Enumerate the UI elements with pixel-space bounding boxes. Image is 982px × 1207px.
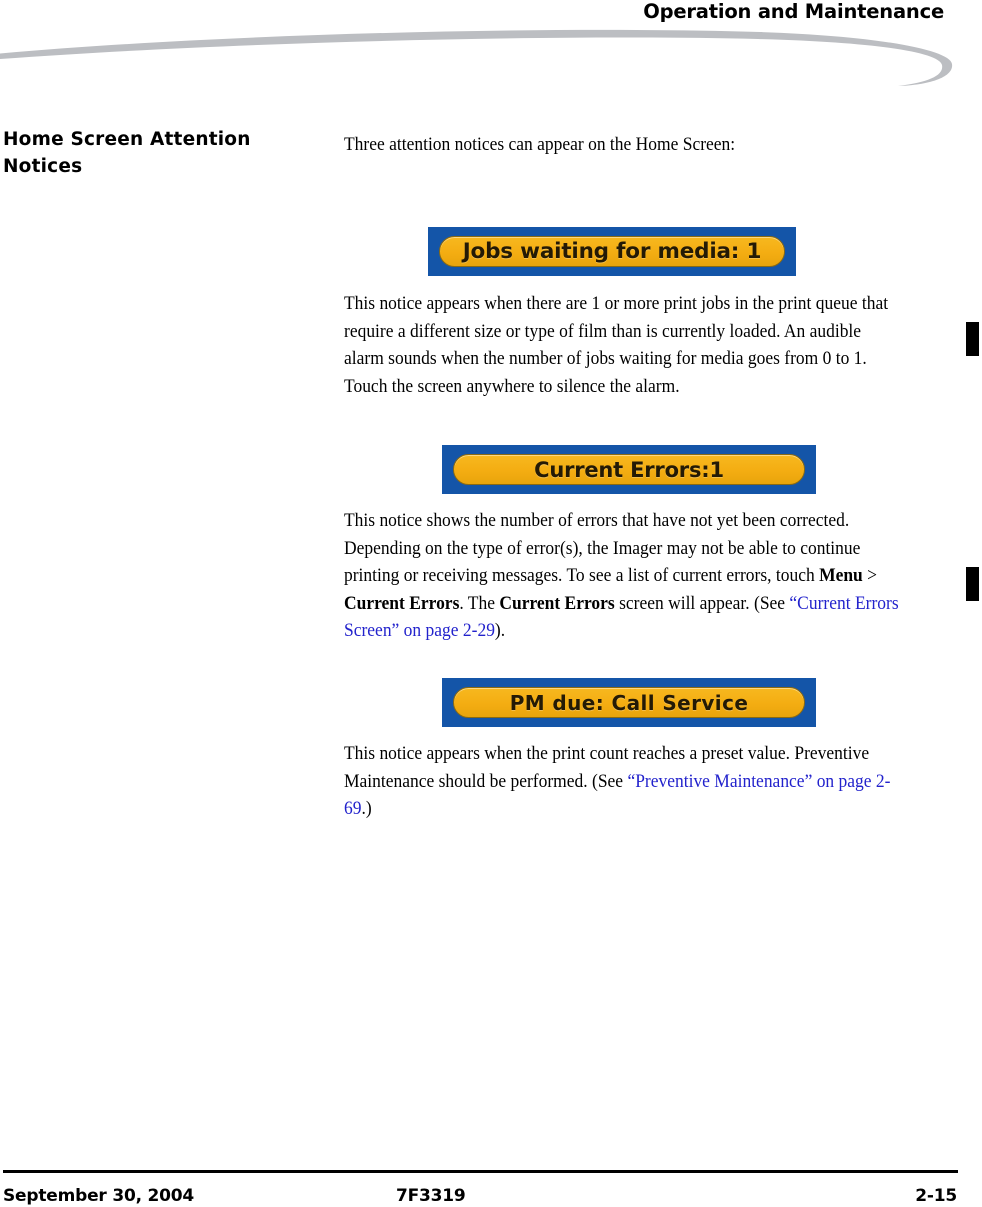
- errors-text-part2: >: [862, 565, 878, 587]
- notice-pill: Jobs waiting for media: 1: [439, 236, 785, 267]
- notice-label: PM due: Call Service: [509, 690, 749, 715]
- errors-text-part3: . The: [459, 592, 500, 614]
- errors-text-part4: screen will appear. (See: [614, 592, 790, 614]
- page-footer: September 30, 2004 7F3319 2-15: [0, 1156, 982, 1207]
- footer-document-number: 7F3319: [396, 1186, 466, 1206]
- footer-date: September 30, 2004: [3, 1186, 195, 1206]
- page-content: Home Screen Attention Notices Three atte…: [0, 0, 982, 1207]
- section-heading: Home Screen Attention Notices: [3, 129, 251, 177]
- change-bar: [966, 322, 979, 356]
- notice-label: Jobs waiting for media: 1: [462, 239, 762, 264]
- pm-notice-paragraph: This notice appears when the print count…: [344, 740, 904, 823]
- errors-text-part5: ).: [494, 620, 506, 642]
- errors-text-part1: This notice shows the number of errors t…: [344, 510, 861, 587]
- notice-pm-due-call-service: PM due: Call Service: [442, 678, 816, 727]
- jobs-notice-paragraph: This notice appears when there are 1 or …: [344, 293, 889, 397]
- intro-paragraph: Three attention notices can appear on th…: [344, 134, 736, 155]
- notice-pill: Current Errors:1: [453, 454, 805, 485]
- footer-page-number: 2-15: [915, 1186, 957, 1206]
- pm-text-part2: .): [361, 798, 372, 820]
- menu-bold-term: Menu: [819, 565, 863, 587]
- notice-jobs-waiting-for-media: Jobs waiting for media: 1: [428, 227, 796, 276]
- change-bar: [966, 567, 979, 601]
- notice-label: Current Errors:1: [534, 457, 724, 482]
- notice-pill: PM due: Call Service: [453, 687, 805, 718]
- current-errors-bold-term-1: Current Errors: [344, 592, 460, 614]
- errors-notice-paragraph: This notice shows the number of errors t…: [344, 507, 904, 645]
- footer-divider: [3, 1170, 958, 1173]
- current-errors-bold-term-2: Current Errors: [499, 592, 615, 614]
- notice-current-errors: Current Errors:1: [442, 445, 816, 494]
